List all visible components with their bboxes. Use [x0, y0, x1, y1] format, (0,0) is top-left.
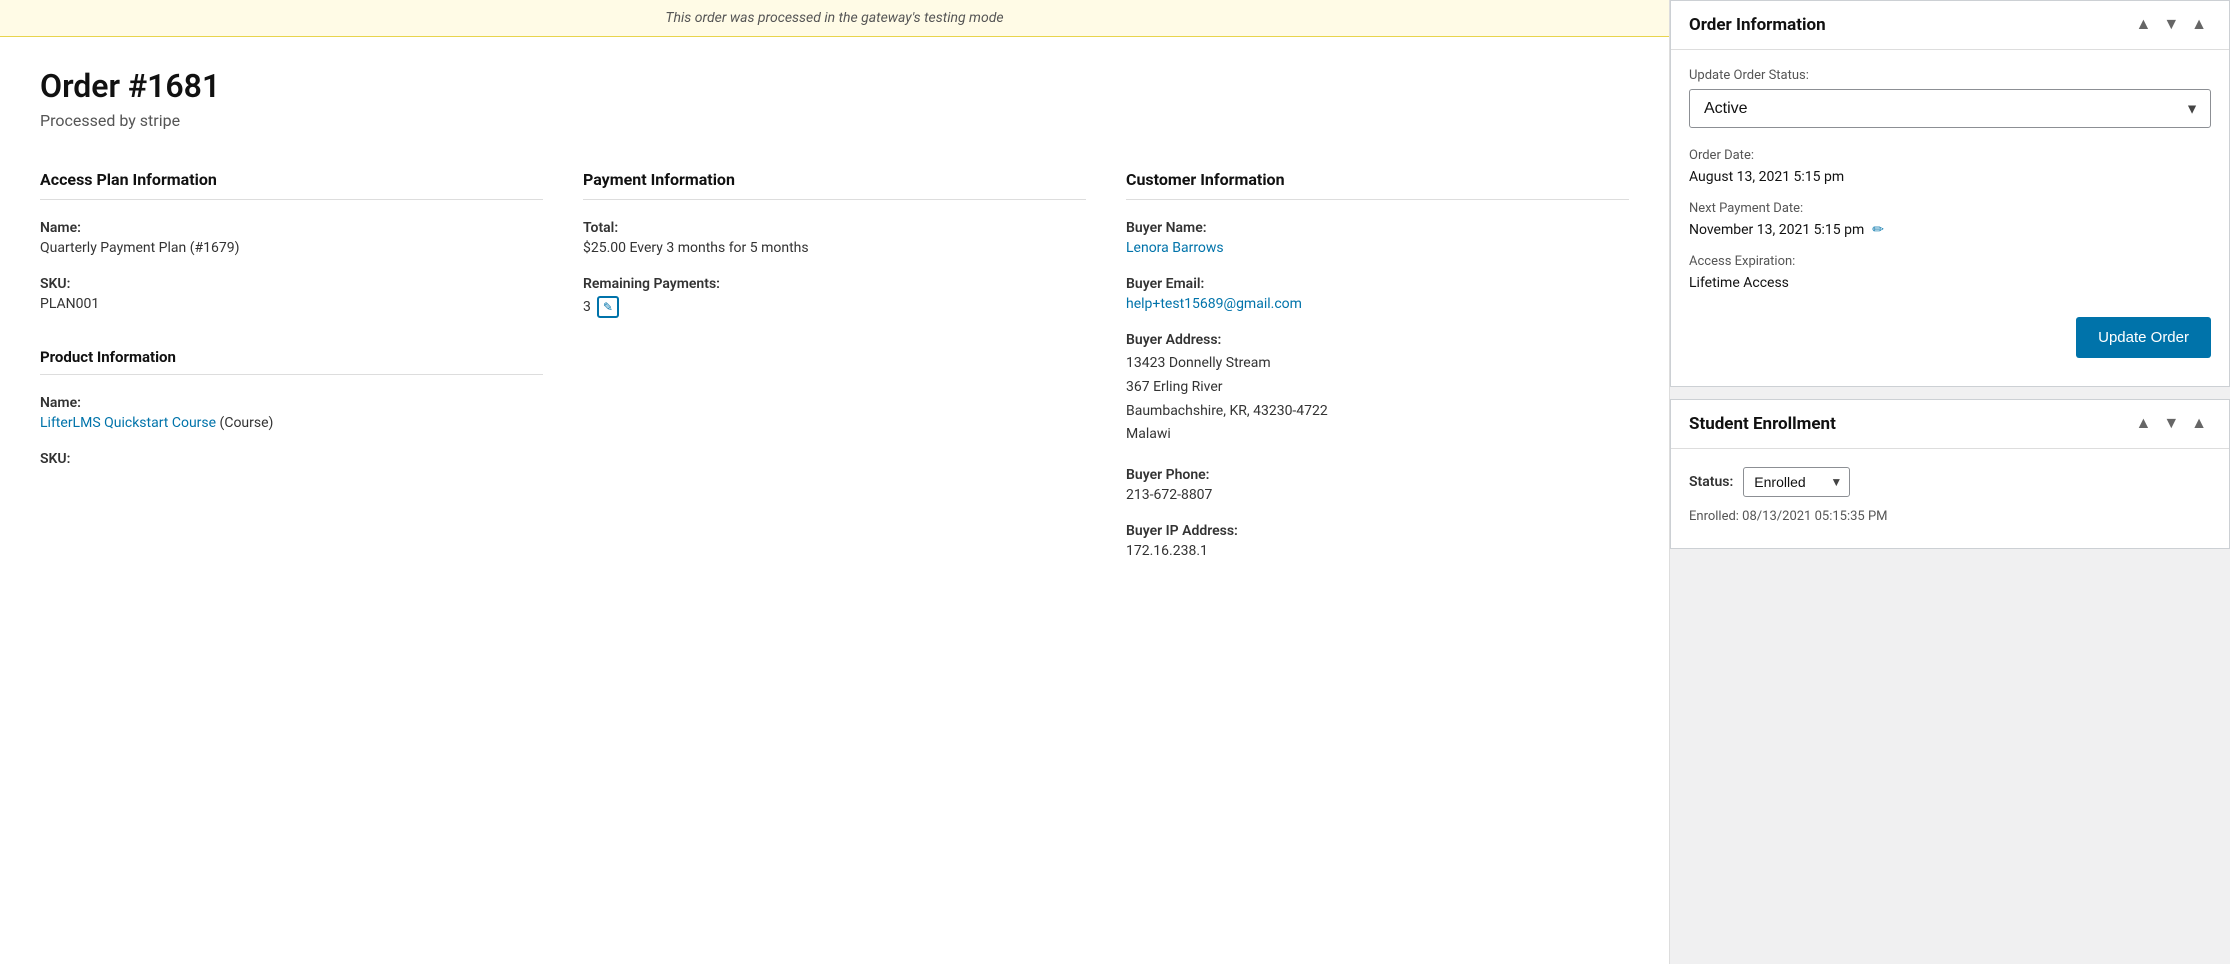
order-info-panel: Order Information ▲ ▼ ▲ Update Order Sta…	[1670, 0, 2230, 387]
order-info-panel-body: Update Order Status: Active Pending Canc…	[1671, 50, 2229, 386]
customer-column: Customer Information Buyer Name: Lenora …	[1126, 170, 1629, 563]
enrollment-select-wrapper: Enrolled Expired Cancelled ▼	[1743, 467, 1850, 497]
payment-header: Payment Information	[583, 170, 1086, 200]
address-line4: Malawi	[1126, 423, 1629, 447]
buyer-email-label: Buyer Email:	[1126, 276, 1629, 292]
testing-banner: This order was processed in the gateway'…	[0, 0, 1669, 37]
order-info-panel-header: Order Information ▲ ▼ ▲	[1671, 1, 2229, 50]
student-enrollment-panel: Student Enrollment ▲ ▼ ▲ Status: Enrolle…	[1670, 399, 2230, 549]
order-info-panel-controls: ▲ ▼ ▲	[2131, 15, 2211, 35]
access-plan-sku-label: SKU:	[40, 276, 543, 292]
status-select-wrapper: Active Pending Cancelled Refunded Comple…	[1689, 89, 2211, 128]
access-expiration-group: Access Expiration: Lifetime Access	[1689, 254, 2211, 291]
remaining-payments-label: Remaining Payments:	[583, 276, 1086, 292]
student-enrollment-panel-controls: ▲ ▼ ▲	[2131, 414, 2211, 434]
order-info-collapse-down-btn[interactable]: ▼	[2159, 15, 2183, 35]
main-content: This order was processed in the gateway'…	[0, 0, 1670, 964]
enrollment-toggle-btn[interactable]: ▲	[2187, 414, 2211, 434]
address-line2: 367 Erling River	[1126, 376, 1629, 400]
product-sku-label: SKU:	[40, 451, 543, 467]
order-info-panel-title: Order Information	[1689, 15, 1826, 35]
buyer-ip-label: Buyer IP Address:	[1126, 523, 1629, 539]
update-status-label: Update Order Status:	[1689, 68, 2211, 83]
access-plan-column: Access Plan Information Name: Quarterly …	[40, 170, 583, 563]
enrolled-date: Enrolled: 08/13/2021 05:15:35 PM	[1689, 509, 2211, 524]
remaining-payments-value: 3	[583, 299, 591, 315]
buyer-email-value: help+test15689@gmail.com	[1126, 296, 1629, 312]
order-subtitle: Processed by stripe	[40, 111, 1629, 130]
order-info-toggle-btn[interactable]: ▲	[2187, 15, 2211, 35]
product-name-suffix: (Course)	[216, 415, 273, 431]
next-payment-row: November 13, 2021 5:15 pm ✏	[1689, 222, 2211, 238]
buyer-email-link[interactable]: help+test15689@gmail.com	[1126, 296, 1302, 312]
enrollment-collapse-up-btn[interactable]: ▲	[2131, 414, 2155, 434]
enrollment-status-label: Status:	[1689, 474, 1733, 490]
order-info-collapse-up-btn[interactable]: ▲	[2131, 15, 2155, 35]
product-name-value: LifterLMS Quickstart Course (Course)	[40, 415, 543, 431]
next-payment-group: Next Payment Date: November 13, 2021 5:1…	[1689, 201, 2211, 238]
enrollment-collapse-down-btn[interactable]: ▼	[2159, 414, 2183, 434]
buyer-name-label: Buyer Name:	[1126, 220, 1629, 236]
payment-column: Payment Information Total: $25.00 Every …	[583, 170, 1126, 563]
customer-header: Customer Information	[1126, 170, 1629, 200]
next-payment-value: November 13, 2021 5:15 pm	[1689, 222, 1864, 238]
order-date-label: Order Date:	[1689, 148, 2211, 163]
address-line3: Baumbachshire, KR, 43230-4722	[1126, 400, 1629, 424]
remaining-payments-edit-icon[interactable]: ✎	[597, 296, 619, 318]
address-line1: 13423 Donnelly Stream	[1126, 352, 1629, 376]
student-enrollment-panel-header: Student Enrollment ▲ ▼ ▲	[1671, 400, 2229, 449]
buyer-name-value: Lenora Barrows	[1126, 240, 1629, 256]
access-expiration-label: Access Expiration:	[1689, 254, 2211, 269]
buyer-phone-label: Buyer Phone:	[1126, 467, 1629, 483]
student-enrollment-panel-body: Status: Enrolled Expired Cancelled ▼ Enr…	[1671, 449, 2229, 548]
buyer-address-value: 13423 Donnelly Stream 367 Erling River B…	[1126, 352, 1629, 447]
product-info-header: Product Information	[40, 348, 543, 375]
order-title: Order #1681	[40, 67, 1629, 105]
buyer-name-link[interactable]: Lenora Barrows	[1126, 240, 1224, 256]
access-plan-name-value: Quarterly Payment Plan (#1679)	[40, 240, 543, 256]
access-plan-name-label: Name:	[40, 220, 543, 236]
order-date-value: August 13, 2021 5:15 pm	[1689, 169, 2211, 185]
product-name-link[interactable]: LifterLMS Quickstart Course	[40, 415, 216, 431]
access-plan-header: Access Plan Information	[40, 170, 543, 200]
buyer-address-label: Buyer Address:	[1126, 332, 1629, 348]
sidebar: Order Information ▲ ▼ ▲ Update Order Sta…	[1670, 0, 2230, 964]
update-order-button[interactable]: Update Order	[2076, 317, 2211, 358]
access-plan-sku-value: PLAN001	[40, 296, 543, 312]
status-select[interactable]: Active Pending Cancelled Refunded Comple…	[1689, 89, 2211, 128]
access-expiration-value: Lifetime Access	[1689, 275, 2211, 291]
buyer-phone-value: 213-672-8807	[1126, 487, 1629, 503]
student-enrollment-panel-title: Student Enrollment	[1689, 414, 1836, 434]
next-payment-label: Next Payment Date:	[1689, 201, 2211, 216]
enrollment-status-select[interactable]: Enrolled Expired Cancelled	[1743, 467, 1850, 497]
enrollment-status-row: Status: Enrolled Expired Cancelled ▼	[1689, 467, 2211, 497]
product-name-label: Name:	[40, 395, 543, 411]
payment-total-label: Total:	[583, 220, 1086, 236]
payment-total-value: $25.00 Every 3 months for 5 months	[583, 240, 1086, 256]
remaining-payments-row: 3 ✎	[583, 296, 1086, 318]
next-payment-edit-icon[interactable]: ✏	[1872, 222, 1884, 238]
buyer-ip-value: 172.16.238.1	[1126, 543, 1629, 559]
order-date-group: Order Date: August 13, 2021 5:15 pm	[1689, 148, 2211, 185]
